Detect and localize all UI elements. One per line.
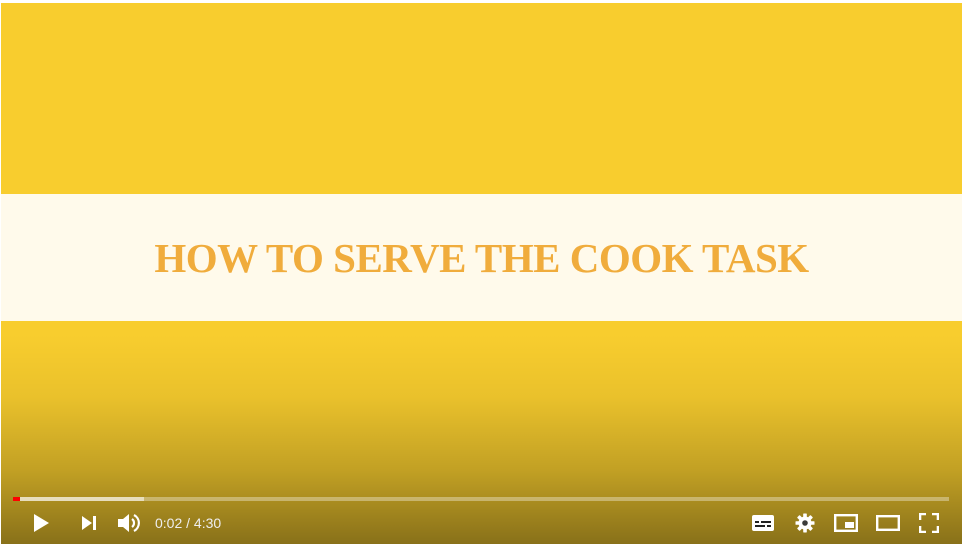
miniplayer-icon xyxy=(834,514,858,532)
progress-bar[interactable] xyxy=(13,497,949,501)
time-display: 0:02 / 4:30 xyxy=(155,505,221,541)
volume-icon xyxy=(117,512,141,534)
theater-mode-icon xyxy=(876,515,900,531)
miniplayer-button[interactable] xyxy=(828,505,864,541)
subtitles-button[interactable] xyxy=(745,505,781,541)
volume-button[interactable] xyxy=(111,505,147,541)
duration: 4:30 xyxy=(193,515,222,531)
progress-buffered xyxy=(13,497,145,501)
video-title-card: HOW TO SERVE THE COOK TASK xyxy=(154,234,809,281)
next-button[interactable] xyxy=(71,505,107,541)
time-separator: / xyxy=(186,515,191,531)
settings-gear-icon xyxy=(795,513,815,533)
video-player[interactable]: HOW TO SERVE THE COOK TASK 0:02 / 4:30 xyxy=(1,3,962,544)
fullscreen-button[interactable] xyxy=(911,505,947,541)
theater-mode-button[interactable] xyxy=(870,505,906,541)
progress-played xyxy=(13,497,20,501)
fullscreen-icon xyxy=(919,513,939,533)
play-button[interactable] xyxy=(23,505,59,541)
settings-button[interactable] xyxy=(787,505,823,541)
play-icon xyxy=(32,513,50,533)
title-banner: HOW TO SERVE THE COOK TASK xyxy=(1,194,962,321)
current-time: 0:02 xyxy=(155,515,183,531)
progress-track xyxy=(13,497,949,501)
next-icon xyxy=(80,515,98,531)
subtitles-icon xyxy=(752,515,774,531)
control-bar: 0:02 / 4:30 xyxy=(1,505,962,541)
